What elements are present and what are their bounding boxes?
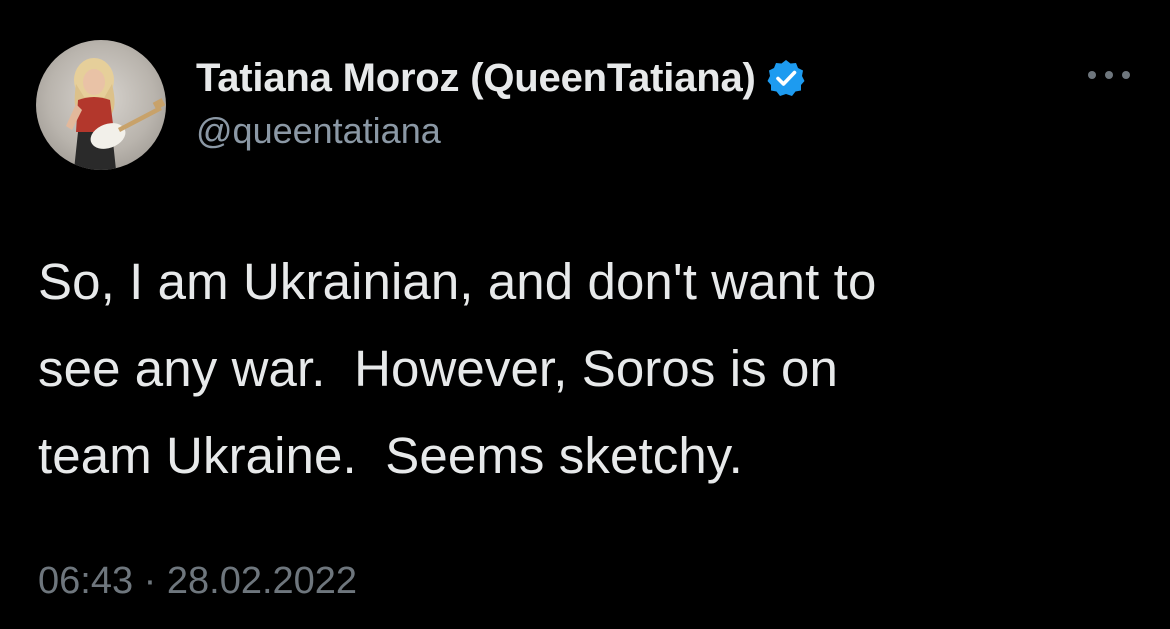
avatar-photo [66, 58, 166, 170]
author-display-name[interactable]: Tatiana Moroz (QueenTatiana) [196, 56, 756, 101]
author-avatar[interactable] [36, 40, 166, 170]
tweet-date[interactable]: 28.02.2022 [167, 560, 357, 602]
more-options-icon[interactable] [1084, 60, 1134, 90]
tweet-timestamp: 06:43 · 28.02.2022 [38, 560, 357, 603]
tweet-time[interactable]: 06:43 [38, 560, 133, 602]
tweet-card: Tatiana Moroz (QueenTatiana) @queentatia… [0, 0, 1170, 629]
author-handle[interactable]: @queentatiana [196, 110, 441, 152]
tweet-body-text: So, I am Ukrainian, and don't want to se… [38, 253, 877, 484]
meta-separator: · [143, 560, 157, 602]
verified-badge-icon [766, 58, 806, 98]
author-name-row: Tatiana Moroz (QueenTatiana) [196, 52, 806, 104]
